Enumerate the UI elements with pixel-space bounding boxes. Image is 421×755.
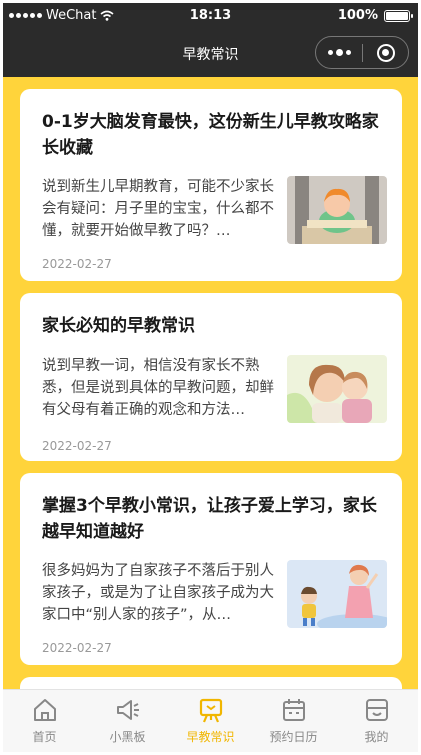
home-icon <box>33 699 56 721</box>
tab-home[interactable]: 首页 <box>3 690 86 752</box>
article-summary: 说到新生儿早期教育，可能不少家长会有疑问：月子里的宝宝，什么都不懂，就要开始做早… <box>42 179 274 239</box>
miniprogram-capsule <box>315 36 409 69</box>
article-card[interactable]: 家长必知的早教常识 说到早教一词，相信没有家长不熟悉，但是说到具体的早教问题，却… <box>20 293 402 461</box>
nav-bar: 早教常识 <box>3 29 418 77</box>
article-list[interactable]: 0-1岁大脑发育最快，这份新生儿早教攻略家长收藏 说到新生儿早期教育，可能不少家… <box>3 77 418 689</box>
battery-percent: 100% <box>337 8 378 23</box>
article-thumbnail <box>287 560 387 628</box>
baby-illustration <box>287 176 387 244</box>
article-date: 2022-02-27 <box>42 641 112 655</box>
kids-illustration <box>287 560 387 628</box>
article-card[interactable] <box>20 677 402 689</box>
tab-label: 预约日历 <box>269 730 318 744</box>
article-title: 0-1岁大脑发育最快，这份新生儿早教攻略家长收藏 <box>42 112 379 158</box>
close-button[interactable] <box>363 37 408 68</box>
close-circle-icon <box>376 43 395 62</box>
status-bar: WeChat 18:13 100% <box>3 3 418 29</box>
article-thumbnail <box>287 355 387 423</box>
article-title: 掌握3个早教小常识，让孩子爱上学习，家长越早知道越好 <box>42 496 377 542</box>
tab-label: 首页 <box>32 730 57 744</box>
status-right: 100% <box>337 8 413 23</box>
tab-knowledge[interactable]: 早教常识 <box>169 690 252 752</box>
tab-calendar[interactable]: 预约日历 <box>252 690 335 752</box>
article-summary: 很多妈妈为了自家孩子不落后于别人家孩子，或是为了让自家孩子成为大家口中“别人家的… <box>42 563 274 623</box>
tab-blackboard[interactable]: 小黑板 <box>86 690 169 752</box>
profile-icon <box>365 699 388 721</box>
article-card[interactable]: 掌握3个早教小常识，让孩子爱上学习，家长越早知道越好 很多妈妈为了自家孩子不落后… <box>20 473 402 665</box>
article-summary: 说到早教一词，相信没有家长不熟悉，但是说到具体的早教问题，却鲜有父母有着正确的观… <box>42 358 274 418</box>
mother-child-illustration <box>287 355 387 423</box>
more-button[interactable] <box>316 37 362 68</box>
article-thumbnail <box>287 176 387 244</box>
article-card[interactable]: 0-1岁大脑发育最快，这份新生儿早教攻略家长收藏 说到新生儿早期教育，可能不少家… <box>20 89 402 281</box>
megaphone-icon <box>116 700 139 720</box>
phone-screen: WeChat 18:13 100% 早教常识 0-1岁大脑发育最快，这份新生儿早… <box>3 3 418 752</box>
tab-profile[interactable]: 我的 <box>335 690 418 752</box>
tab-bar: 首页 小黑板 早教常识 预约日历 我的 <box>3 689 418 752</box>
article-title: 家长必知的早教常识 <box>42 316 195 336</box>
tab-label: 早教常识 <box>186 730 235 744</box>
tab-label: 小黑板 <box>109 730 146 744</box>
article-date: 2022-02-27 <box>42 257 112 271</box>
calendar-icon <box>282 699 305 721</box>
article-date: 2022-02-27 <box>42 439 112 453</box>
board-icon <box>199 698 222 723</box>
tab-label: 我的 <box>364 730 389 744</box>
more-dots-icon <box>327 50 333 55</box>
battery-icon <box>384 9 413 22</box>
